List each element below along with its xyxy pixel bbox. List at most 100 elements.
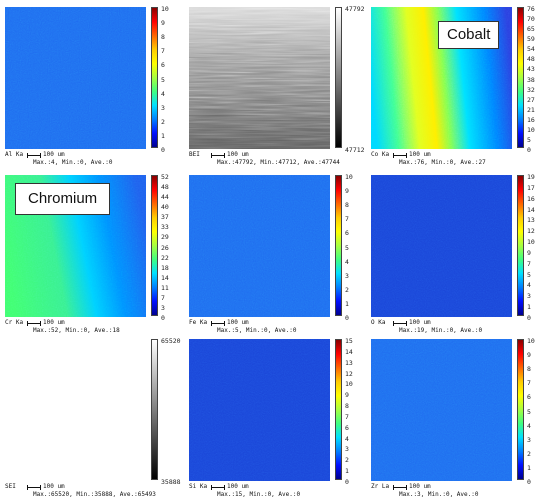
- colorbar-tick-label: 6: [345, 423, 349, 432]
- colorbar-tick-label: 3: [345, 271, 349, 280]
- map-statistics: Max.:52, Min.:0, Ave.:18: [33, 327, 120, 334]
- scale-label: 100 um: [409, 483, 431, 490]
- scale-bar: [27, 153, 41, 158]
- map-footer: O Ka 100 um Max.:19, Min.:0, Ave.:0: [371, 319, 536, 335]
- colorbar-tick-label: 10: [345, 173, 353, 181]
- element-label: Si Ka: [189, 483, 208, 490]
- element-label: Fe Ka: [189, 319, 208, 326]
- map-footer: Fe Ka 100 um Max.:5, Min.:0, Ave.:0: [189, 319, 354, 335]
- scale-label: 100 um: [43, 151, 65, 158]
- colorbar-tick-label: 70: [527, 15, 535, 24]
- colorbar-tick-label: 9: [345, 187, 349, 196]
- element-label: Co Ka: [371, 151, 390, 158]
- map-statistics: Max.:76, Min.:0, Ave.:27: [399, 159, 486, 166]
- colorbar-tick-label: 26: [161, 243, 169, 252]
- cobalt-label: Cobalt: [438, 21, 500, 49]
- scale-label: 100 um: [409, 319, 431, 326]
- colorbar-tick-label: 47792: [345, 5, 365, 13]
- colorbar-tick-label: 5: [345, 243, 349, 252]
- map-footer: BEI 100 um Max.:47792, Min.:47712, Ave.:47…: [189, 151, 354, 167]
- colorbar-tick-label: 3: [161, 103, 165, 112]
- colorbar-tick-label: 2: [161, 117, 165, 126]
- map-statistics: Max.:5, Min.:0, Ave.:0: [217, 327, 297, 334]
- colorbar-tick-label: 10: [345, 380, 353, 389]
- colorbar-ticks: 76 70 65 59 54 48 43 38 32 27 21 16 10 5 0: [527, 5, 545, 154]
- element-label: Cr Ka: [5, 319, 24, 326]
- colorbar-tick-label: 16: [527, 115, 535, 124]
- colorbar-tick-label: 18: [161, 263, 169, 272]
- colorbar-tick-label: 12: [527, 227, 535, 236]
- colorbar: [517, 7, 524, 148]
- colorbar-tick-label: 17: [527, 183, 535, 192]
- scale-bar: [27, 321, 41, 326]
- colorbar: [335, 339, 342, 480]
- colorbar: [517, 175, 524, 316]
- map-statistics: Max.:65520, Min.:35888, Ave.:65493: [33, 491, 156, 498]
- colorbar-tick-label: 7: [527, 379, 531, 388]
- colorbar: [151, 339, 158, 480]
- colorbar-tick-label: 40: [161, 203, 169, 212]
- colorbar-tick-label: 4: [345, 434, 349, 443]
- colorbar-tick-label: 7: [161, 293, 165, 302]
- map-panel: 10 9 8 7 6 5 4 3 2 1 0 Fe Ka 100 um Max.:5, Min.:0, A…: [184, 171, 359, 336]
- colorbar-tick-label: 48: [527, 55, 535, 64]
- map-footer: Si Ka 100 um Max.:15, Min.:0, Ave.:0: [189, 483, 354, 499]
- scale-label: 100 um: [227, 151, 249, 158]
- colorbar-tick-label: 8: [527, 365, 531, 374]
- colorbar-tick-label: 10: [161, 5, 169, 13]
- colorbar-tick-label: 4: [527, 281, 531, 290]
- colorbar-tick-label: 4: [161, 89, 165, 98]
- map-statistics: Max.:4, Min.:0, Ave.:0: [33, 159, 113, 166]
- colorbar-tick-label: 6: [527, 393, 531, 402]
- colorbar-tick-label: 8: [345, 402, 349, 411]
- colorbar-tick-label: 22: [161, 253, 169, 262]
- element-map-image: [5, 7, 146, 149]
- map-panel: 15 14 13 12 10 9 8 7 6 4 3 2 1 0 Si Ka 100 um Max.:15, M…: [184, 335, 359, 500]
- colorbar-tick-label: 54: [527, 45, 535, 54]
- colorbar-tick-label: 2: [527, 449, 531, 458]
- scale-bar: [211, 321, 225, 326]
- map-panel: 65520 35888 SEI 100 um Max.:65520, Min.:3588…: [0, 335, 181, 500]
- colorbar-tick-label: 38: [527, 75, 535, 84]
- colorbar-tick-label: 3: [527, 435, 531, 444]
- colorbar-tick-label: 12: [345, 369, 353, 378]
- colorbar: [517, 339, 524, 480]
- colorbar-tick-label: 13: [345, 358, 353, 367]
- colorbar-tick-label: 59: [527, 35, 535, 44]
- colorbar-tick-label: 7: [345, 215, 349, 224]
- colorbar-tick-label: 65520: [161, 337, 181, 345]
- colorbar-ticks: 19 17 16 14 13 12 10 9 7 5 4 3 1 0: [527, 173, 545, 322]
- scale-bar: [393, 485, 407, 490]
- colorbar-tick-label: 29: [161, 233, 169, 242]
- map-panel: 47792 47712 BEI 100 um Max.:47792, Min.:4771…: [184, 3, 365, 168]
- colorbar-tick-label: 5: [527, 270, 531, 279]
- colorbar-tick-label: 4: [527, 421, 531, 430]
- colorbar-tick-label: 5: [527, 135, 531, 144]
- colorbar-tick-label: 14: [161, 273, 169, 282]
- colorbar-tick-label: 2: [345, 456, 349, 465]
- scale-label: 100 um: [43, 319, 65, 326]
- scale-bar: [211, 153, 225, 158]
- colorbar-ticks: 10 9 8 7 6 5 4 3 2 1 0: [345, 173, 363, 322]
- colorbar-tick-label: 14: [345, 347, 353, 356]
- element-map-image: [5, 339, 146, 481]
- colorbar-tick-label: 2: [345, 285, 349, 294]
- map-panel: 10 9 8 7 6 5 4 3 2 1 0 Zr La 100 um Max.:3, Min.:0, A…: [366, 335, 541, 500]
- colorbar: [151, 7, 158, 148]
- colorbar-tick-label: 1: [345, 299, 349, 308]
- colorbar: [335, 7, 342, 148]
- colorbar-ticks: 47792 47712: [345, 5, 365, 154]
- colorbar-ticks: 52 48 44 40 37 33 29 26 22 18 14 11 7 3 0: [161, 173, 179, 322]
- colorbar-tick-label: 8: [345, 201, 349, 210]
- colorbar-tick-label: 43: [527, 65, 535, 74]
- scale-label: 100 um: [409, 151, 431, 158]
- colorbar-ticks: 10 9 8 7 6 5 4 3 2 1 0: [527, 337, 545, 486]
- colorbar-tick-label: 21: [527, 105, 535, 114]
- colorbar-tick-label: 1: [527, 303, 531, 312]
- colorbar-tick-label: 1: [161, 131, 165, 140]
- colorbar-tick-label: 4: [345, 257, 349, 266]
- colorbar-tick-label: 37: [161, 213, 169, 222]
- colorbar-tick-label: 76: [527, 5, 535, 13]
- colorbar-ticks: 10 9 8 7 6 5 4 3 2 1 0: [161, 5, 179, 154]
- colorbar-tick-label: 6: [345, 229, 349, 238]
